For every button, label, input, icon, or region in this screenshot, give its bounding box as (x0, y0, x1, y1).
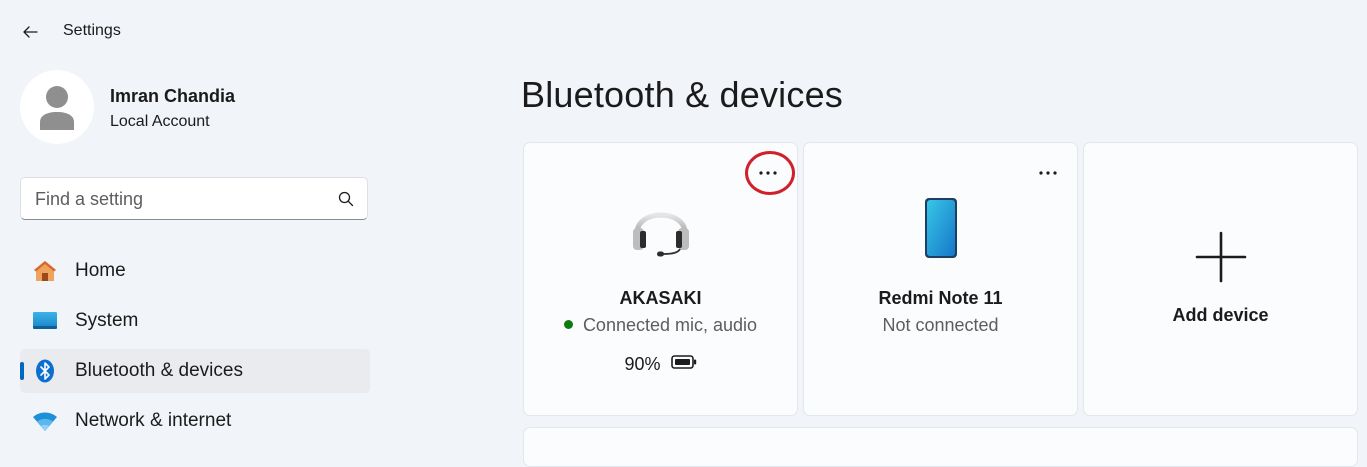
sidebar-item-label: Home (75, 260, 126, 281)
search-icon[interactable] (337, 190, 355, 208)
wifi-icon (32, 409, 58, 433)
battery-level: 90% (524, 354, 797, 376)
search-box[interactable] (20, 177, 368, 221)
person-icon (40, 86, 74, 130)
user-profile[interactable]: Imran Chandia Local Account (20, 70, 370, 145)
more-options-button[interactable] (1036, 161, 1060, 185)
sidebar-item-system[interactable]: System (20, 299, 370, 343)
device-card[interactable]: AKASAKI Connected mic, audio 90% (523, 142, 798, 416)
avatar (20, 70, 94, 144)
headset-icon (630, 195, 692, 262)
more-icon (759, 171, 777, 175)
sidebar-item-bluetooth-devices[interactable]: Bluetooth & devices (20, 349, 370, 393)
app-title: Settings (63, 22, 121, 39)
sidebar-item-network-internet[interactable]: Network & internet (20, 399, 370, 443)
device-name: Redmi Note 11 (878, 288, 1003, 308)
system-icon (32, 309, 58, 333)
plus-icon (1195, 231, 1247, 288)
phone-icon (923, 197, 959, 264)
page-title: Bluetooth & devices (521, 74, 843, 115)
settings-card[interactable] (523, 427, 1358, 467)
device-status-text: Connected mic, audio (582, 315, 758, 335)
selection-indicator (20, 362, 24, 380)
sidebar-item-label: Bluetooth & devices (75, 360, 243, 381)
sidebar-item-home[interactable]: Home (20, 249, 370, 293)
battery-icon (670, 353, 697, 374)
device-card[interactable]: Redmi Note 11 Not connected (803, 142, 1078, 416)
add-device-card[interactable]: Add device (1083, 142, 1358, 416)
battery-percent: 90% (624, 354, 661, 374)
device-name: AKASAKI (619, 288, 702, 308)
title-bar: Settings (0, 0, 1367, 62)
back-arrow-icon (23, 26, 38, 38)
sidebar-nav: Home System Bluetooth & devices Network … (20, 249, 370, 449)
sidebar-item-label: Network & internet (75, 410, 232, 431)
home-icon (32, 259, 58, 283)
search-input[interactable] (33, 178, 337, 221)
device-status-text: Not connected (882, 315, 999, 335)
device-status: Connected mic, audio (524, 315, 797, 336)
add-device-label: Add device (1172, 305, 1269, 325)
status-dot-icon (563, 319, 573, 329)
more-options-button[interactable] (756, 161, 780, 185)
bluetooth-icon (32, 359, 58, 383)
more-icon (1039, 171, 1057, 175)
sidebar-item-label: System (75, 310, 139, 331)
account-type: Local Account (110, 113, 210, 130)
back-button[interactable] (18, 20, 42, 44)
user-name: Imran Chandia (110, 86, 236, 106)
